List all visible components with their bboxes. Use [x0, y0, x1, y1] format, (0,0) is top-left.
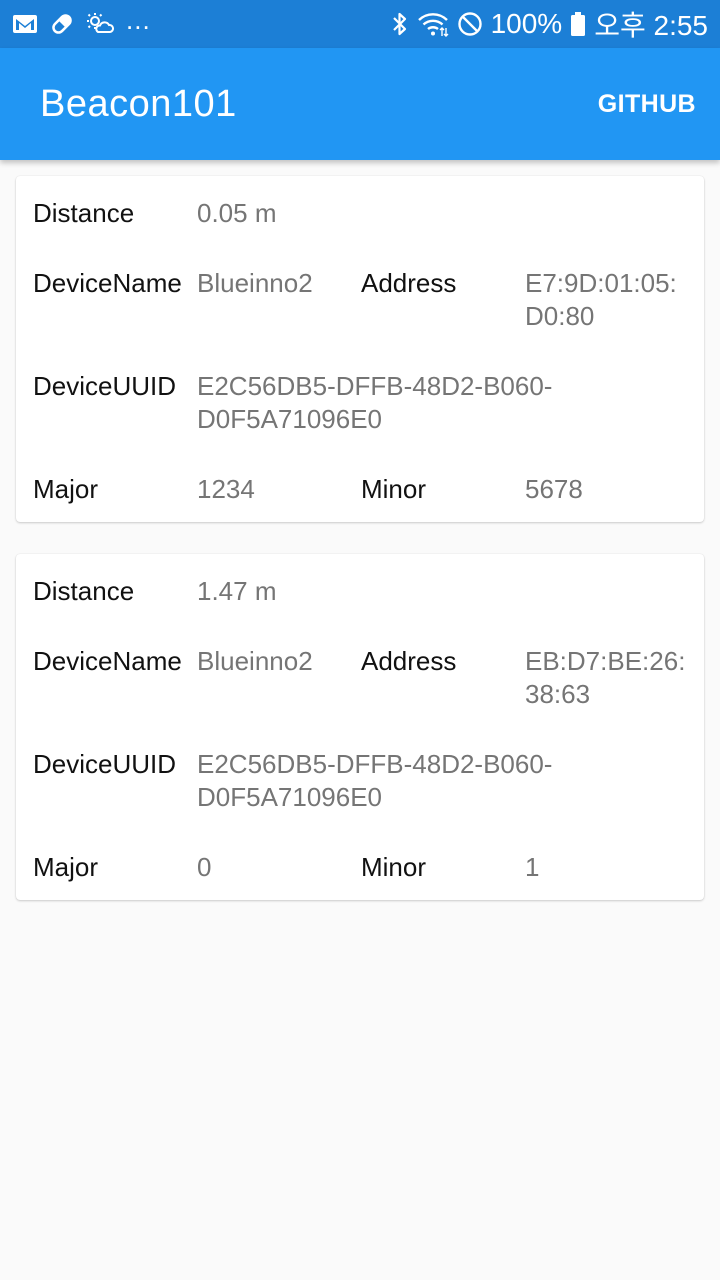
address-value-line2: 38:63 — [525, 679, 591, 709]
weather-icon — [86, 12, 114, 36]
device-name-label: DeviceName — [33, 268, 182, 298]
minor-value: 1 — [525, 852, 540, 882]
minor-label: Minor — [361, 474, 427, 504]
notification-overflow: ... — [126, 4, 151, 35]
device-name-label: DeviceName — [33, 646, 182, 676]
battery-percent: 100% — [490, 8, 563, 39]
address-label: Address — [361, 646, 457, 676]
pill-icon — [50, 12, 74, 36]
minor-label: Minor — [361, 852, 427, 882]
wifi-icon — [417, 11, 449, 37]
major-value: 1234 — [197, 474, 255, 504]
app-title: Beacon101 — [40, 82, 237, 125]
battery-icon — [570, 11, 586, 37]
distance-label: Distance — [33, 576, 135, 606]
github-button[interactable]: GITHUB — [598, 90, 696, 119]
device-uuid-label: DeviceUUID — [33, 371, 177, 401]
beacon-card[interactable]: Distance 1.47 m DeviceName Blueinno2 Add… — [16, 554, 704, 900]
address-value-line1: EB:D7:BE:26: — [525, 646, 686, 676]
app-bar: Beacon101 GITHUB — [0, 48, 720, 160]
address-label: Address — [361, 268, 457, 298]
device-uuid-value-line1: E2C56DB5-DFFB-48D2-B060- — [197, 749, 553, 779]
status-left-icons: ... — [12, 5, 151, 40]
distance-label: Distance — [33, 198, 135, 228]
device-name-value: Blueinno2 — [197, 268, 313, 298]
device-uuid-value-line2: D0F5A71096E0 — [197, 404, 383, 434]
beacon-card[interactable]: Distance 0.05 m DeviceName Blueinno2 Add… — [16, 176, 704, 522]
bluetooth-icon — [391, 11, 409, 37]
major-label: Major — [33, 852, 99, 882]
distance-value: 1.47 m — [197, 576, 277, 606]
device-uuid-value-line2: D0F5A71096E0 — [197, 782, 383, 812]
device-uuid-value-line1: E2C56DB5-DFFB-48D2-B060- — [197, 371, 553, 401]
status-right-icons: 100% 오후 2:55 — [391, 4, 708, 44]
major-label: Major — [33, 474, 99, 504]
clock: 오후 2:55 — [594, 10, 708, 41]
address-value-line2: D0:80 — [525, 301, 595, 331]
device-uuid-label: DeviceUUID — [33, 749, 177, 779]
status-bar: ... 100% 오후 2:55 — [0, 0, 720, 48]
do-not-disturb-icon — [457, 11, 483, 37]
address-value-line1: E7:9D:01:05: — [525, 268, 677, 298]
distance-value: 0.05 m — [197, 198, 277, 228]
device-name-value: Blueinno2 — [197, 646, 313, 676]
gmail-icon — [12, 14, 38, 34]
major-value: 0 — [197, 852, 212, 882]
minor-value: 5678 — [525, 474, 583, 504]
